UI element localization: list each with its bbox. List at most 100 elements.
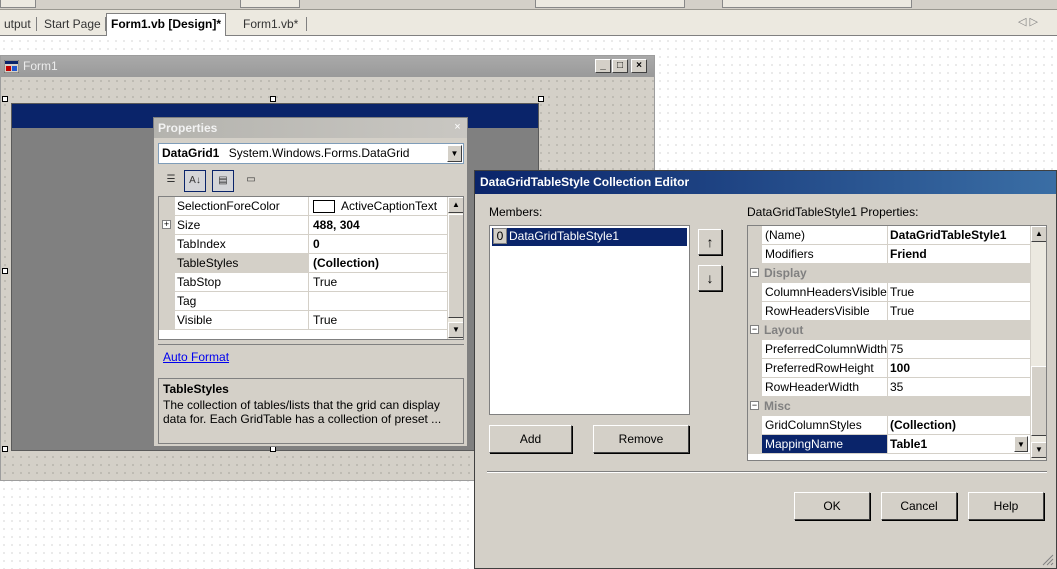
members-list[interactable]: 0 DataGridTableStyle1 bbox=[489, 225, 690, 415]
property-value[interactable]: 0 bbox=[310, 235, 449, 253]
scroll-up-icon[interactable]: ▲ bbox=[448, 197, 463, 213]
property-row[interactable]: Modifiers Friend bbox=[748, 245, 1030, 264]
remove-button[interactable]: Remove bbox=[593, 425, 689, 453]
property-row[interactable]: + Size 488, 304 bbox=[159, 216, 449, 235]
resize-handle[interactable] bbox=[538, 96, 544, 102]
expand-icon[interactable]: + bbox=[162, 220, 171, 229]
tab-form1-code[interactable]: Form1.vb* bbox=[239, 14, 302, 34]
list-item[interactable]: 0 DataGridTableStyle1 bbox=[492, 228, 687, 246]
property-row-selected[interactable]: TableStyles (Collection) bbox=[159, 254, 449, 273]
scroll-up-icon[interactable]: ▲ bbox=[1031, 226, 1046, 242]
collapse-icon[interactable]: − bbox=[750, 401, 759, 410]
categorized-icon[interactable]: ☰ bbox=[160, 170, 182, 192]
close-button[interactable]: × bbox=[631, 59, 647, 73]
property-row[interactable]: ColumnHeadersVisible True bbox=[748, 283, 1030, 302]
property-row[interactable]: SelectionForeColor ActiveCaptionText bbox=[159, 197, 449, 216]
property-value[interactable]: ActiveCaptionText bbox=[310, 197, 449, 215]
chevron-down-icon[interactable]: ▼ bbox=[447, 145, 462, 162]
auto-format-link[interactable]: Auto Format bbox=[163, 350, 229, 364]
property-grid[interactable]: (Name) DataGridTableStyle1 Modifiers Fri… bbox=[747, 225, 1047, 461]
resize-handle[interactable] bbox=[2, 446, 8, 452]
object-selector[interactable]: DataGrid1 System.Windows.Forms.DataGrid … bbox=[158, 143, 464, 164]
maximize-button[interactable]: □ bbox=[612, 59, 628, 73]
property-row[interactable]: Tag bbox=[159, 292, 449, 311]
resize-grip-icon[interactable] bbox=[1042, 554, 1054, 566]
form1-titlebar[interactable]: Form1 _ □ × bbox=[1, 56, 654, 77]
properties-icon[interactable]: ▤ bbox=[212, 170, 234, 192]
description-title: TableStyles bbox=[163, 382, 229, 396]
dialog-titlebar[interactable]: DataGridTableStyle Collection Editor bbox=[475, 171, 1056, 194]
resize-handle[interactable] bbox=[2, 268, 8, 274]
property-value[interactable]: True bbox=[888, 302, 1030, 320]
property-value[interactable]: 488, 304 bbox=[310, 216, 449, 234]
row-gutter bbox=[159, 292, 175, 311]
property-value[interactable]: Friend bbox=[888, 245, 1030, 263]
toolbar-button[interactable] bbox=[0, 0, 36, 8]
properties-window[interactable]: Properties × DataGrid1 System.Windows.Fo… bbox=[153, 117, 468, 447]
toolbar-combo[interactable] bbox=[535, 0, 685, 8]
events-icon[interactable]: ▭ bbox=[240, 170, 262, 192]
alphabetical-icon[interactable]: A↓ bbox=[184, 170, 206, 192]
cancel-button[interactable]: Cancel bbox=[881, 492, 957, 520]
property-name: RowHeaderWidth bbox=[762, 378, 888, 396]
category-row-layout[interactable]: − Layout bbox=[748, 321, 1030, 340]
collapse-icon[interactable]: − bbox=[750, 325, 759, 334]
property-name: ColumnHeadersVisible bbox=[762, 283, 888, 301]
property-row[interactable]: Visible True bbox=[159, 311, 449, 330]
property-value[interactable]: True bbox=[310, 311, 449, 329]
move-up-button[interactable]: ↑ bbox=[698, 229, 722, 255]
scroll-down-icon[interactable]: ▼ bbox=[448, 322, 463, 338]
properties-title: Properties bbox=[158, 121, 218, 135]
property-grid[interactable]: SelectionForeColor ActiveCaptionText + S… bbox=[158, 196, 464, 340]
property-row[interactable]: RowHeadersVisible True bbox=[748, 302, 1030, 321]
description-text: The collection of tables/lists that the … bbox=[163, 398, 442, 426]
properties-titlebar[interactable]: Properties bbox=[154, 118, 467, 138]
category-row-display[interactable]: − Display bbox=[748, 264, 1030, 283]
minimize-button[interactable]: _ bbox=[595, 59, 611, 73]
property-value[interactable]: True bbox=[888, 283, 1030, 301]
tab-output[interactable]: utput bbox=[0, 14, 35, 34]
property-value[interactable] bbox=[310, 292, 449, 310]
scroll-thumb[interactable] bbox=[1031, 366, 1046, 436]
resize-handle[interactable] bbox=[2, 96, 8, 102]
toolbar-button[interactable] bbox=[240, 0, 300, 8]
collapse-icon[interactable]: − bbox=[750, 268, 759, 277]
help-button[interactable]: Help bbox=[968, 492, 1044, 520]
property-value[interactable]: 35 bbox=[888, 378, 1030, 396]
property-value[interactable]: (Collection) bbox=[310, 254, 449, 272]
properties-label: DataGridTableStyle1 Properties: bbox=[747, 205, 919, 219]
add-button[interactable]: Add bbox=[489, 425, 572, 453]
object-type: System.Windows.Forms.DataGrid bbox=[228, 146, 410, 160]
property-row[interactable]: (Name) DataGridTableStyle1 bbox=[748, 226, 1030, 245]
property-row[interactable]: PreferredColumnWidth 75 bbox=[748, 340, 1030, 359]
property-row[interactable]: TabIndex 0 bbox=[159, 235, 449, 254]
property-row[interactable]: GridColumnStyles (Collection) bbox=[748, 416, 1030, 435]
scroll-thumb[interactable] bbox=[448, 214, 463, 318]
category-row-misc[interactable]: − Misc bbox=[748, 397, 1030, 416]
property-row[interactable]: PreferredRowHeight 100 bbox=[748, 359, 1030, 378]
property-row[interactable]: RowHeaderWidth 35 bbox=[748, 378, 1030, 397]
object-name: DataGrid1 bbox=[162, 146, 220, 160]
move-down-button[interactable]: ↓ bbox=[698, 265, 722, 291]
vertical-scrollbar[interactable]: ▲ ▼ bbox=[447, 197, 463, 339]
toolbar-combo[interactable] bbox=[722, 0, 912, 8]
properties-toolbar: ☰ A↓ ▤ ▭ bbox=[158, 170, 464, 194]
property-value[interactable]: True bbox=[310, 273, 449, 291]
property-value[interactable]: Table1 bbox=[888, 435, 1030, 453]
property-row-selected[interactable]: MappingName Table1 ▼ bbox=[748, 435, 1030, 454]
property-value[interactable]: 75 bbox=[888, 340, 1030, 358]
property-value[interactable]: (Collection) bbox=[888, 416, 1030, 434]
tab-start-page[interactable]: Start Page bbox=[40, 14, 105, 34]
tab-form1-design[interactable]: Form1.vb [Design]* bbox=[106, 13, 227, 36]
vertical-scrollbar[interactable]: ▲ ▼ bbox=[1030, 226, 1046, 460]
close-icon[interactable]: × bbox=[451, 121, 464, 133]
tab-nav-arrows[interactable]: ◁ ▷ bbox=[1018, 15, 1038, 28]
chevron-down-icon[interactable]: ▼ bbox=[1014, 436, 1028, 452]
resize-handle[interactable] bbox=[270, 96, 276, 102]
ok-button[interactable]: OK bbox=[794, 492, 870, 520]
scroll-down-icon[interactable]: ▼ bbox=[1031, 442, 1046, 458]
property-value[interactable]: DataGridTableStyle1 bbox=[888, 226, 1030, 244]
property-row[interactable]: TabStop True bbox=[159, 273, 449, 292]
collection-editor-dialog[interactable]: DataGridTableStyle Collection Editor Mem… bbox=[474, 170, 1057, 569]
property-value[interactable]: 100 bbox=[888, 359, 1030, 377]
